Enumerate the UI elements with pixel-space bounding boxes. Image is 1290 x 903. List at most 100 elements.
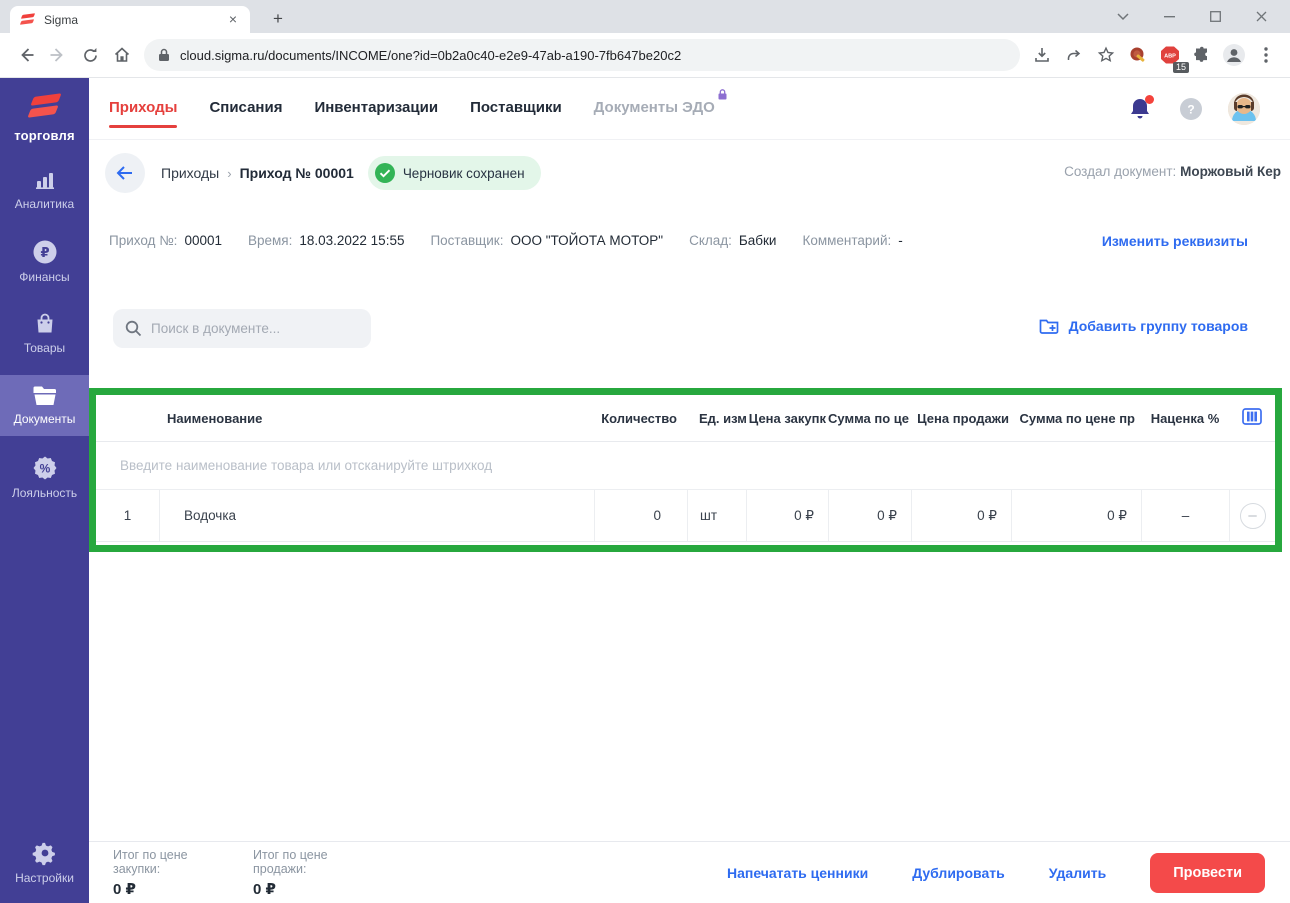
breadcrumb-current: Приход № 00001 [240, 165, 354, 181]
ruble-circle-icon: ₽ [32, 239, 58, 265]
cell-markup[interactable]: – [1141, 490, 1229, 541]
header-name: Наименование [159, 411, 594, 426]
window-close-button[interactable] [1238, 0, 1284, 33]
site-favicon [20, 13, 36, 27]
total-purchase: Итог по цене закупки: 0 ₽ [113, 848, 229, 898]
sidebar-item-label: Лояльность [12, 486, 77, 500]
breadcrumb-parent[interactable]: Приходы [161, 165, 219, 181]
svg-text:%: % [39, 462, 50, 476]
arrow-left-icon [116, 165, 134, 181]
header-quantity: Количество [594, 411, 687, 426]
cell-name[interactable]: Водочка [159, 490, 594, 541]
browser-profile-icon[interactable] [1219, 40, 1249, 70]
edit-requisites-link[interactable]: Изменить реквизиты [1102, 233, 1248, 249]
user-avatar[interactable] [1228, 93, 1260, 125]
back-icon[interactable] [11, 40, 41, 70]
field-label: Поставщик: [430, 233, 503, 248]
home-icon[interactable] [107, 40, 137, 70]
submit-button[interactable]: Провести [1150, 853, 1265, 893]
share-icon[interactable] [1059, 40, 1089, 70]
total-sale: Итог по цене продажи: 0 ₽ [253, 848, 369, 898]
window-maximize-button[interactable] [1192, 0, 1238, 33]
browser-toolbar: cloud.sigma.ru/documents/INCOME/one?id=0… [0, 33, 1290, 78]
cell-purchase-sum: 0 ₽ [828, 490, 911, 541]
field-label: Время: [248, 233, 292, 248]
cell-num: 1 [96, 490, 159, 541]
cell-quantity[interactable]: 0 [594, 490, 687, 541]
document-search-input[interactable]: Поиск в документе... [113, 309, 371, 348]
table-row[interactable]: 1 Водочка 0 шт 0 ₽ 0 ₽ 0 ₽ 0 ₽ – – [96, 490, 1275, 542]
field-value: ООО "ТОЙОТА МОТОР" [510, 233, 663, 248]
field-label: Комментарий: [802, 233, 891, 248]
bar-chart-icon [33, 168, 57, 192]
duplicate-link[interactable]: Дублировать [912, 865, 1005, 881]
reload-icon[interactable] [75, 40, 105, 70]
print-price-tags-link[interactable]: Напечатать ценники [727, 865, 868, 881]
browser-titlebar: Sigma × + [0, 0, 1290, 33]
cell-unit[interactable]: шт [687, 490, 746, 541]
shopping-bag-icon [33, 312, 57, 336]
header-columns-settings[interactable] [1229, 408, 1275, 428]
sigma-logo-icon [27, 92, 63, 122]
remove-row-icon[interactable]: – [1240, 503, 1266, 529]
breadcrumb-row: Приходы › Приход № 00001 Черновик сохран… [89, 140, 1290, 206]
field-value: Бабки [739, 233, 777, 248]
sidebar-item-goods[interactable]: Товары [0, 303, 89, 364]
sidebar-item-label: Настройки [15, 871, 74, 885]
back-button[interactable] [105, 153, 145, 193]
folder-icon [32, 385, 58, 407]
svg-text:ABP: ABP [1164, 54, 1176, 60]
notification-dot [1145, 95, 1154, 104]
sidebar-item-analytics[interactable]: Аналитика [0, 159, 89, 220]
download-icon[interactable] [1027, 40, 1057, 70]
header-sale-price: Цена продажи [911, 411, 1011, 426]
cell-purchase-price[interactable]: 0 ₽ [746, 490, 828, 541]
status-badge: Черновик сохранен [368, 156, 541, 190]
field-value: 00001 [184, 233, 222, 248]
cell-action: – [1229, 490, 1275, 541]
extension-abp-icon[interactable]: ABP 15 [1155, 40, 1185, 70]
extension-badge: 15 [1173, 62, 1189, 73]
tab-suppliers[interactable]: Поставщики [470, 79, 562, 138]
check-circle-icon [375, 163, 395, 183]
discount-badge-icon: % [32, 455, 58, 481]
sidebar-item-label: Аналитика [15, 197, 74, 211]
search-icon [125, 320, 142, 337]
new-tab-button[interactable]: + [266, 7, 290, 31]
address-bar[interactable]: cloud.sigma.ru/documents/INCOME/one?id=0… [144, 39, 1020, 71]
extension-seal-icon[interactable] [1123, 40, 1153, 70]
app-logo[interactable]: торговля [0, 78, 89, 159]
svg-text:?: ? [1187, 103, 1194, 117]
document-details: Приход №:00001 Время:18.03.2022 15:55 По… [109, 233, 1090, 248]
tab-incomes[interactable]: Приходы [109, 79, 177, 138]
cell-sale-price[interactable]: 0 ₽ [911, 490, 1011, 541]
browser-menu-icon[interactable] [1251, 40, 1281, 70]
add-product-group-link[interactable]: Добавить группу товаров [1039, 317, 1248, 335]
window-minimize-button[interactable] [1146, 0, 1192, 33]
url-text: cloud.sigma.ru/documents/INCOME/one?id=0… [180, 48, 681, 63]
items-table: Наименование Количество Ед. изм. Цена за… [96, 395, 1275, 542]
help-icon[interactable]: ? [1180, 98, 1202, 120]
tab-search-chevron-icon[interactable] [1100, 0, 1146, 33]
browser-tab[interactable]: Sigma × [10, 6, 250, 33]
notifications-bell-icon[interactable] [1128, 96, 1154, 122]
field-label: Приход №: [109, 233, 177, 248]
bookmark-star-icon[interactable] [1091, 40, 1121, 70]
product-scan-input[interactable]: Введите наименование товара или отсканир… [96, 442, 1275, 490]
lock-icon [158, 48, 170, 62]
author-name: Моржовый Кер [1180, 164, 1281, 179]
table-header-row: Наименование Количество Ед. изм. Цена за… [96, 395, 1275, 442]
sidebar-item-settings[interactable]: Настройки [0, 833, 89, 891]
sidebar-item-finance[interactable]: ₽ Финансы [0, 231, 89, 292]
forward-icon[interactable] [43, 40, 73, 70]
app-nav: Приходы Списания Инвентаризации Поставщи… [89, 78, 1290, 140]
extensions-puzzle-icon[interactable] [1187, 40, 1217, 70]
delete-link[interactable]: Удалить [1049, 865, 1106, 881]
tab-edo-documents[interactable]: Документы ЭДО [594, 79, 715, 138]
tab-writeoffs[interactable]: Списания [209, 79, 282, 138]
tab-inventories[interactable]: Инвентаризации [314, 79, 438, 138]
document-footer: Итог по цене закупки: 0 ₽ Итог по цене п… [89, 841, 1290, 903]
sidebar-item-loyalty[interactable]: % Лояльность [0, 447, 89, 508]
sidebar-item-documents[interactable]: Документы [0, 375, 89, 436]
tab-close-icon[interactable]: × [224, 11, 242, 29]
